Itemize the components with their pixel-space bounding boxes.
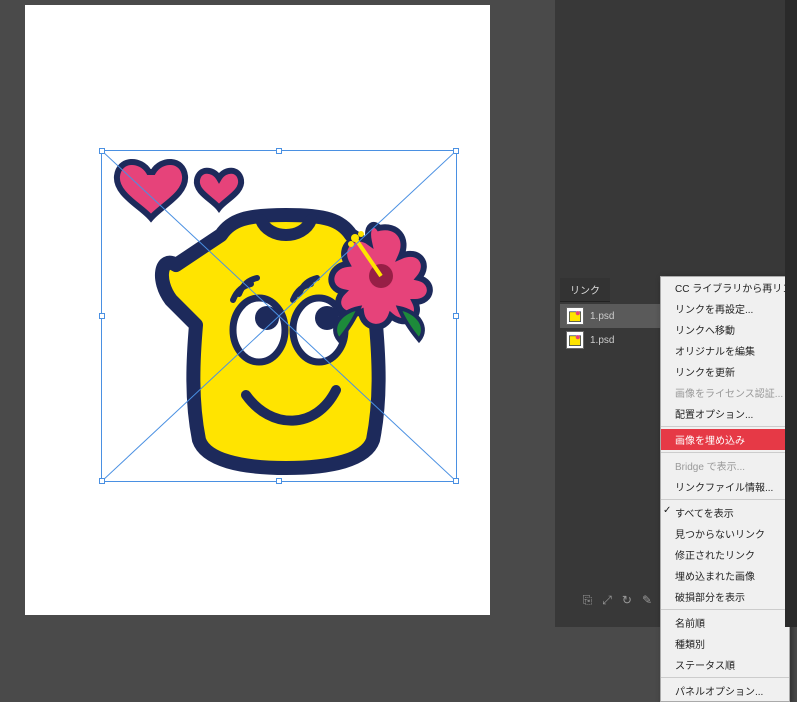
menu-relink[interactable]: リンクを再設定... <box>661 298 789 319</box>
links-panel[interactable]: リンク 1.psd 1.psd ⎘ ⤢ ↻ ✎ <box>560 278 660 618</box>
handle-mid-left[interactable] <box>99 313 105 319</box>
menu-separator <box>661 426 789 427</box>
links-panel-footer: ⎘ ⤢ ↻ ✎ <box>560 589 660 612</box>
link-thumbnail <box>566 307 584 325</box>
handle-top-right[interactable] <box>453 148 459 154</box>
menu-relink-cc[interactable]: CC ライブラリから再リンク... <box>661 277 789 298</box>
menu-separator <box>661 677 789 678</box>
link-item[interactable]: 1.psd <box>560 304 660 328</box>
menu-link-file-info[interactable]: リンクファイル情報... <box>661 476 789 497</box>
link-item[interactable]: 1.psd <box>560 328 660 352</box>
menu-place-options[interactable]: 配置オプション... <box>661 403 789 424</box>
handle-bottom-left[interactable] <box>99 478 105 484</box>
selection-diagonals <box>102 151 456 481</box>
goto-link-icon[interactable]: ⤢ <box>602 593 612 608</box>
handle-bottom-right[interactable] <box>453 478 459 484</box>
panel-context-menu[interactable]: CC ライブラリから再リンク... リンクを再設定... リンクへ移動 オリジナ… <box>660 276 790 702</box>
menu-edit-original[interactable]: オリジナルを編集 <box>661 340 789 361</box>
handle-top-mid[interactable] <box>276 148 282 154</box>
link-filename: 1.psd <box>590 335 614 346</box>
handle-top-left[interactable] <box>99 148 105 154</box>
menu-sort-name[interactable]: 名前順 <box>661 612 789 633</box>
collapsed-panel-strip[interactable] <box>785 0 797 627</box>
menu-update-link[interactable]: リンクを更新 <box>661 361 789 382</box>
link-thumbnail <box>566 331 584 349</box>
menu-separator <box>661 452 789 453</box>
artboard[interactable] <box>25 5 490 615</box>
menu-sort-status[interactable]: ステータス順 <box>661 654 789 675</box>
menu-panel-options[interactable]: パネルオプション... <box>661 680 789 701</box>
menu-reveal-bridge: Bridge で表示... <box>661 455 789 476</box>
menu-separator <box>661 499 789 500</box>
links-list: 1.psd 1.psd <box>560 302 660 354</box>
link-filename: 1.psd <box>590 311 614 322</box>
update-link-icon[interactable]: ↻ <box>622 593 632 608</box>
menu-embedded-images[interactable]: 埋め込まれた画像 <box>661 565 789 586</box>
relink-icon[interactable]: ⎘ <box>583 593 593 608</box>
menu-show-all[interactable]: すべてを表示 <box>661 502 789 523</box>
handle-bottom-mid[interactable] <box>276 478 282 484</box>
menu-show-broken[interactable]: 破損部分を表示 <box>661 586 789 607</box>
menu-separator <box>661 609 789 610</box>
handle-mid-right[interactable] <box>453 313 459 319</box>
selection-bounding-box[interactable] <box>101 150 457 482</box>
links-panel-tab[interactable]: リンク <box>560 278 610 302</box>
menu-modified-links[interactable]: 修正されたリンク <box>661 544 789 565</box>
menu-embed-image[interactable]: 画像を埋め込み <box>661 429 789 450</box>
menu-missing-links[interactable]: 見つからないリンク <box>661 523 789 544</box>
menu-license-image: 画像をライセンス認証... <box>661 382 789 403</box>
edit-original-icon[interactable]: ✎ <box>642 593 652 608</box>
canvas-area[interactable] <box>0 0 555 627</box>
menu-sort-kind[interactable]: 種類別 <box>661 633 789 654</box>
menu-goto-link[interactable]: リンクへ移動 <box>661 319 789 340</box>
